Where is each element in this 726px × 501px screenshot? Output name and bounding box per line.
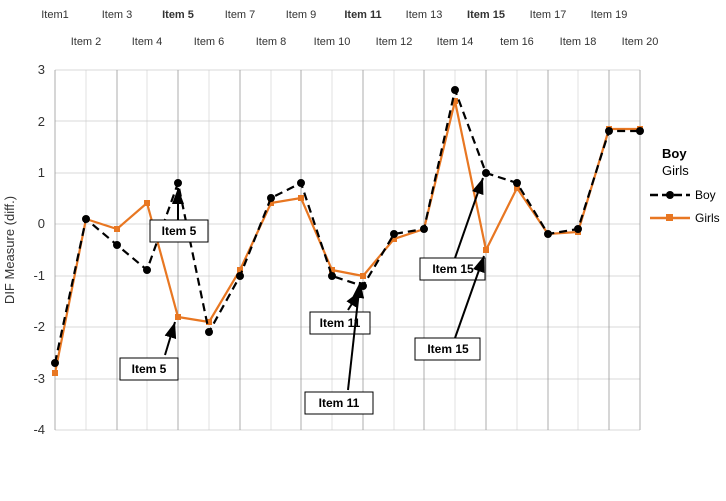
svg-text:Item 5: Item 5 — [132, 362, 167, 376]
svg-text:Item 20: Item 20 — [622, 36, 659, 48]
svg-text:3: 3 — [38, 62, 45, 77]
svg-text:Item 8: Item 8 — [256, 36, 287, 48]
svg-text:Item 12: Item 12 — [376, 36, 413, 48]
svg-text:Item 13: Item 13 — [406, 9, 443, 21]
svg-text:-2: -2 — [33, 319, 45, 334]
svg-text:Item 10: Item 10 — [314, 36, 351, 48]
svg-text:-1: -1 — [33, 268, 45, 283]
svg-text:-3: -3 — [33, 371, 45, 386]
svg-text:Item 2: Item 2 — [71, 36, 102, 48]
svg-text:DIF Measure (diff.): DIF Measure (diff.) — [2, 196, 17, 304]
svg-text:Item 5: Item 5 — [162, 224, 197, 238]
svg-text:Item 11: Item 11 — [319, 396, 360, 410]
svg-text:Item 11: Item 11 — [344, 9, 381, 21]
svg-text:Item 3: Item 3 — [102, 9, 133, 21]
svg-text:Item 15: Item 15 — [467, 9, 505, 21]
svg-text:Item 5: Item 5 — [162, 9, 194, 21]
svg-text:2: 2 — [38, 114, 45, 129]
svg-text:Item 6: Item 6 — [194, 36, 225, 48]
svg-text:Item 19: Item 19 — [591, 9, 628, 21]
svg-text:Item 15: Item 15 — [427, 342, 469, 356]
svg-text:Item 4: Item 4 — [132, 36, 163, 48]
svg-text:Item 15: Item 15 — [432, 262, 474, 276]
svg-text:Item 14: Item 14 — [437, 36, 474, 48]
svg-text:0: 0 — [38, 216, 45, 231]
chart-container: 3 2 1 0 -1 -2 -3 -4 DIF Measure (diff.) … — [0, 0, 726, 501]
svg-text:1: 1 — [38, 165, 45, 180]
svg-text:-4: -4 — [33, 422, 45, 437]
svg-text:Girls: Girls — [662, 163, 689, 178]
svg-text:Item1: Item1 — [41, 9, 69, 21]
svg-text:tem 16: tem 16 — [500, 36, 534, 48]
svg-text:Girls: Girls — [695, 211, 720, 225]
svg-text:Boy: Boy — [695, 188, 716, 202]
svg-text:Item 9: Item 9 — [286, 9, 317, 21]
svg-text:Item 18: Item 18 — [560, 36, 597, 48]
svg-text:Item 17: Item 17 — [530, 9, 567, 21]
svg-text:Item 7: Item 7 — [225, 9, 256, 21]
svg-text:Boy: Boy — [662, 146, 687, 161]
